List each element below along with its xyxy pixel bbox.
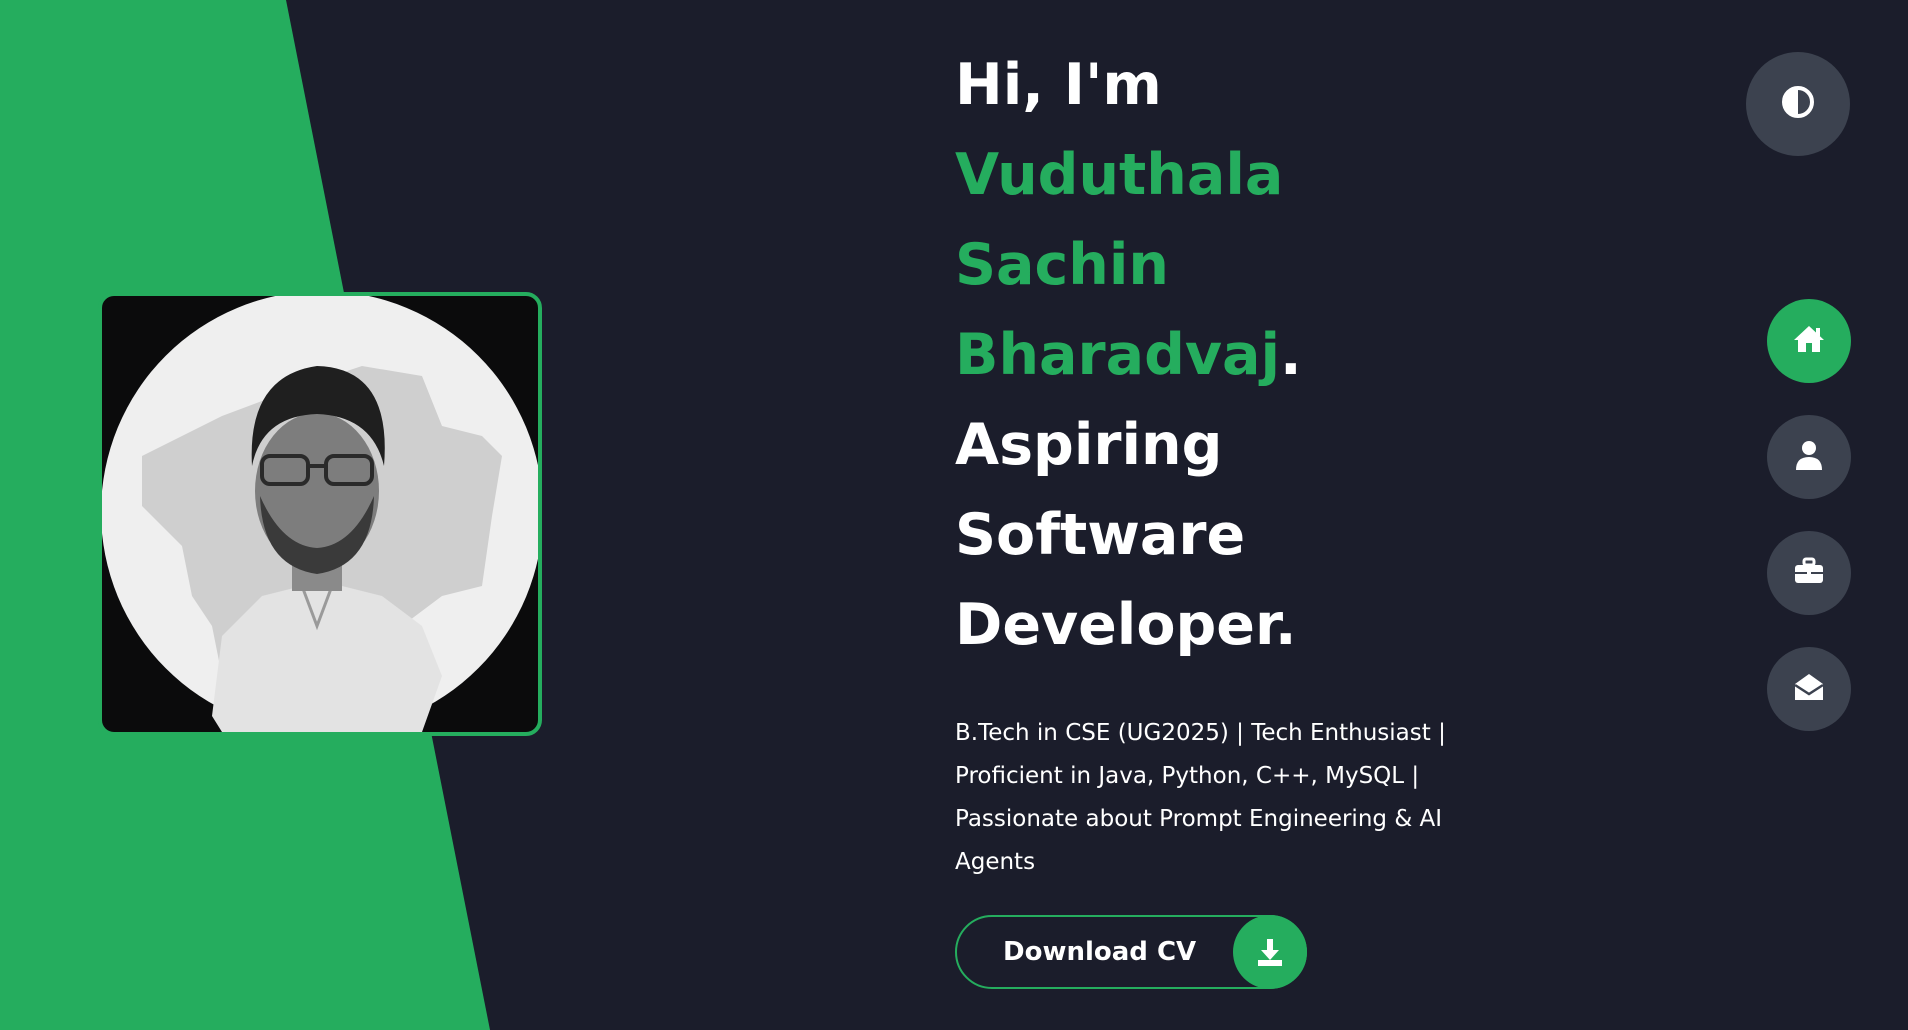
name-line-2: Sachin <box>955 232 1170 298</box>
name-line-1: Vuduthala <box>955 142 1284 208</box>
download-cv-button[interactable]: Download CV <box>955 915 1307 989</box>
contrast-icon <box>1780 84 1816 124</box>
envelope-open-icon <box>1793 672 1825 706</box>
nav-home-button[interactable] <box>1767 299 1851 383</box>
side-nav <box>1767 299 1851 763</box>
role-line-1: Aspiring <box>955 412 1223 478</box>
download-cv-label: Download CV <box>1003 937 1197 967</box>
role-line-2: Software <box>955 502 1246 568</box>
nav-contact-button[interactable] <box>1767 647 1851 731</box>
bio-text: B.Tech in CSE (UG2025) | Tech Enthusiast… <box>955 720 1446 875</box>
home-icon <box>1792 324 1826 358</box>
hero-section: Hi, I'm Vuduthala Sachin Bharadvaj. Aspi… <box>955 40 1475 907</box>
nav-about-button[interactable] <box>1767 415 1851 499</box>
greeting-text: Hi, I'm <box>955 52 1162 118</box>
user-icon <box>1794 439 1824 475</box>
profile-photo <box>98 292 542 736</box>
nav-portfolio-button[interactable] <box>1767 531 1851 615</box>
role-line-3: Developer. <box>955 592 1297 658</box>
hero-headline: Hi, I'm Vuduthala Sachin Bharadvaj. Aspi… <box>955 40 1475 670</box>
name-period: . <box>1280 322 1302 388</box>
download-icon <box>1233 915 1307 989</box>
briefcase-icon <box>1793 557 1825 589</box>
theme-toggle-button[interactable] <box>1746 52 1850 156</box>
name-line-3: Bharadvaj <box>955 322 1281 388</box>
